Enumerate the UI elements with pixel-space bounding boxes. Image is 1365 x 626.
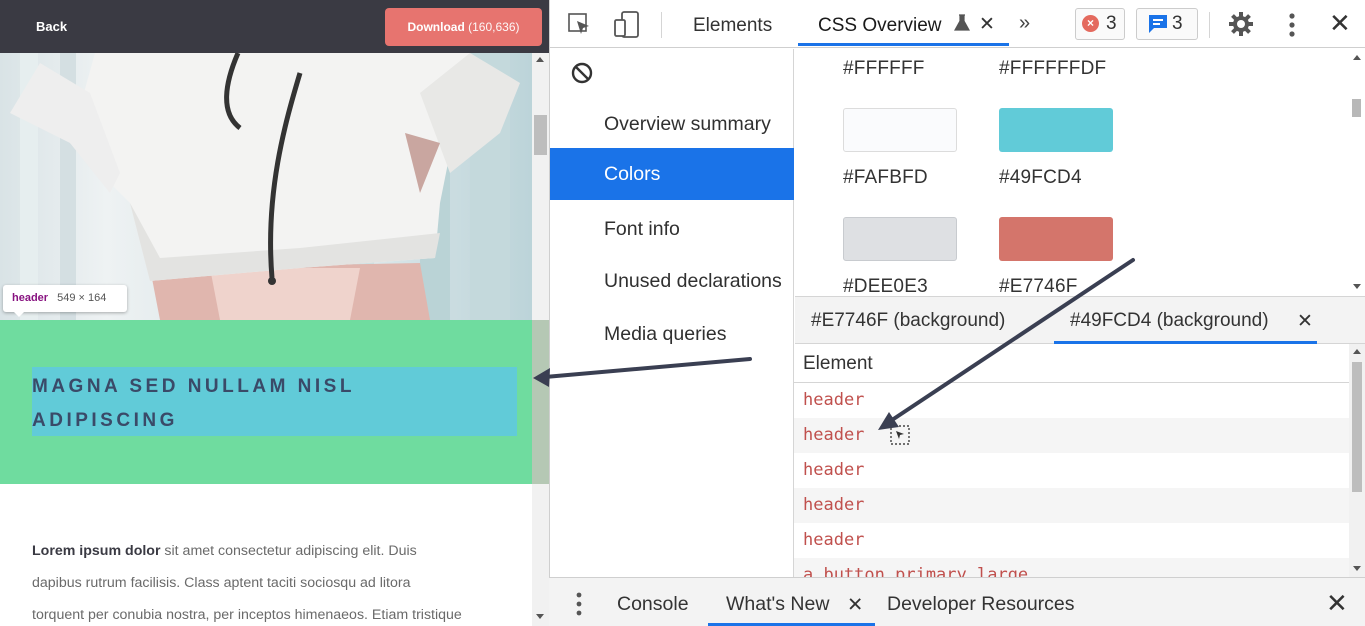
page-scrollbar-thumb[interactable] bbox=[534, 115, 547, 155]
toolbar-divider bbox=[661, 12, 662, 38]
sidebar-item-overview-summary[interactable]: Overview summary bbox=[550, 98, 794, 150]
color-swatch-49fcd4[interactable] bbox=[999, 108, 1113, 152]
active-tab-indicator bbox=[798, 43, 1009, 46]
settings-gear-icon[interactable] bbox=[1228, 11, 1254, 37]
experimental-flask-icon bbox=[954, 14, 970, 31]
drawer-tab-console[interactable]: Console bbox=[617, 593, 689, 616]
toolbar-divider bbox=[1209, 12, 1210, 38]
colors-scroll-up-icon[interactable] bbox=[1353, 55, 1361, 60]
tab-css-overview[interactable]: CSS Overview bbox=[818, 15, 942, 37]
device-toolbar-icon[interactable] bbox=[614, 11, 640, 39]
body-line3: torquent per conubia nostra, per incepto… bbox=[32, 607, 462, 623]
close-color-tab-icon[interactable]: ✕ bbox=[1297, 310, 1313, 333]
inspect-element-icon[interactable] bbox=[568, 13, 592, 37]
color-swatch-fafbfd[interactable] bbox=[843, 108, 957, 152]
page-scrollbar-highlight bbox=[532, 320, 549, 484]
element-row[interactable]: header bbox=[794, 523, 1360, 558]
color-hex-label: #FFFFFFDF bbox=[999, 58, 1107, 79]
element-row[interactable]: header bbox=[794, 383, 1360, 418]
body-line2: dapibus rutrum facilisis. Class aptent t… bbox=[32, 575, 411, 591]
css-overview-sidebar: Overview summary Colors Font info Unused… bbox=[550, 49, 794, 577]
color-hex-label: #E7746F bbox=[999, 276, 1078, 296]
back-link[interactable]: Back bbox=[36, 19, 67, 34]
drawer-tab-whats-new[interactable]: What's New bbox=[726, 593, 829, 616]
element-list-scrollbar-thumb[interactable] bbox=[1352, 362, 1362, 492]
message-icon bbox=[1149, 15, 1167, 33]
color-swatch-e7746f[interactable] bbox=[999, 217, 1113, 261]
color-swatch-dee0e3[interactable] bbox=[843, 217, 957, 261]
tooltip-tag: header bbox=[12, 292, 49, 304]
error-icon: × bbox=[1082, 15, 1099, 32]
reveal-in-elements-icon[interactable] bbox=[890, 425, 910, 445]
download-button[interactable]: Download (160,636) bbox=[385, 8, 542, 46]
colors-section: #FFFFFF #FFFFFFDF #FAFBFD #49FCD4 #DEE0E… bbox=[795, 49, 1365, 296]
web-page: Back Download (160,636) MAGNA SED NULLAM… bbox=[0, 0, 549, 626]
color-hex-label: #FFFFFF bbox=[843, 58, 925, 79]
tooltip-dims: 549 × 164 bbox=[57, 292, 107, 304]
sidebar-item-unused-declarations[interactable]: Unused declarations bbox=[550, 255, 794, 307]
element-row[interactable]: a.button.primary.large bbox=[794, 558, 1360, 577]
color-detail-tabs: #E7746F (background) #49FCD4 (background… bbox=[795, 296, 1365, 344]
top-bar: Back Download (160,636) bbox=[0, 0, 549, 53]
element-list-scroll-up-icon[interactable] bbox=[1353, 349, 1361, 354]
colors-scroll-down-icon[interactable] bbox=[1353, 284, 1361, 289]
hero-photo-illustration bbox=[10, 53, 520, 320]
devtools-toolbar: Elements CSS Overview ✕ » × 3 3 ✕ bbox=[550, 0, 1365, 48]
tab-elements[interactable]: Elements bbox=[693, 15, 772, 37]
clear-overview-icon[interactable] bbox=[570, 61, 594, 85]
more-options-icon[interactable] bbox=[1288, 12, 1296, 38]
header-title-line1: MAGNA SED NULLAM NISL bbox=[32, 376, 355, 397]
sidebar-item-colors[interactable]: Colors bbox=[550, 148, 794, 200]
page-scroll-up-icon[interactable] bbox=[536, 57, 544, 62]
element-row[interactable]: header bbox=[794, 418, 1360, 453]
element-row[interactable]: header bbox=[794, 453, 1360, 488]
header-title: MAGNA SED NULLAM NISL ADIPISCING bbox=[32, 370, 462, 438]
tab-e7746f-background[interactable]: #E7746F (background) bbox=[811, 310, 1005, 332]
body-bold: Lorem ipsum dolor bbox=[32, 543, 161, 559]
download-count: (160,636) bbox=[468, 20, 520, 34]
page-scroll-down-icon[interactable] bbox=[536, 614, 544, 619]
body-line1: sit amet consectetur adipiscing elit. Du… bbox=[160, 543, 417, 559]
sidebar-item-font-info[interactable]: Font info bbox=[550, 203, 794, 255]
tab-49fcd4-background[interactable]: #49FCD4 (background) bbox=[1070, 310, 1269, 332]
color-hex-label: #49FCD4 bbox=[999, 167, 1082, 188]
sidebar-item-media-queries[interactable]: Media queries bbox=[550, 308, 794, 360]
close-devtools-icon[interactable]: ✕ bbox=[1329, 8, 1351, 39]
message-count: 3 bbox=[1172, 13, 1183, 34]
element-column-header: Element bbox=[794, 344, 1362, 383]
colors-scrollbar-thumb[interactable] bbox=[1352, 99, 1361, 117]
more-tabs-icon[interactable]: » bbox=[1019, 12, 1030, 35]
drawer-tab-developer-resources[interactable]: Developer Resources bbox=[887, 593, 1075, 616]
header-title-line2: ADIPISCING bbox=[32, 410, 178, 431]
element-list-scroll-down-icon[interactable] bbox=[1353, 566, 1361, 571]
download-label: Download bbox=[407, 20, 465, 34]
element-row[interactable]: header bbox=[794, 488, 1360, 523]
close-drawer-icon[interactable]: ✕ bbox=[1326, 588, 1348, 619]
error-count: 3 bbox=[1106, 13, 1117, 34]
drawer-menu-icon[interactable] bbox=[575, 592, 583, 616]
devtools-drawer: Console What's New ✕ Developer Resources… bbox=[549, 577, 1365, 626]
close-drawer-tab-icon[interactable]: ✕ bbox=[847, 593, 863, 617]
body-text: Lorem ipsum dolor sit amet consectetur a… bbox=[32, 535, 532, 626]
tooltip-arrow bbox=[13, 311, 25, 317]
color-hex-label: #DEE0E3 bbox=[843, 276, 928, 296]
close-tab-icon[interactable]: ✕ bbox=[979, 13, 995, 36]
hero-image bbox=[0, 53, 532, 320]
element-tooltip: header 549 × 164 bbox=[3, 285, 127, 312]
color-hex-label: #FAFBFD bbox=[843, 167, 928, 188]
